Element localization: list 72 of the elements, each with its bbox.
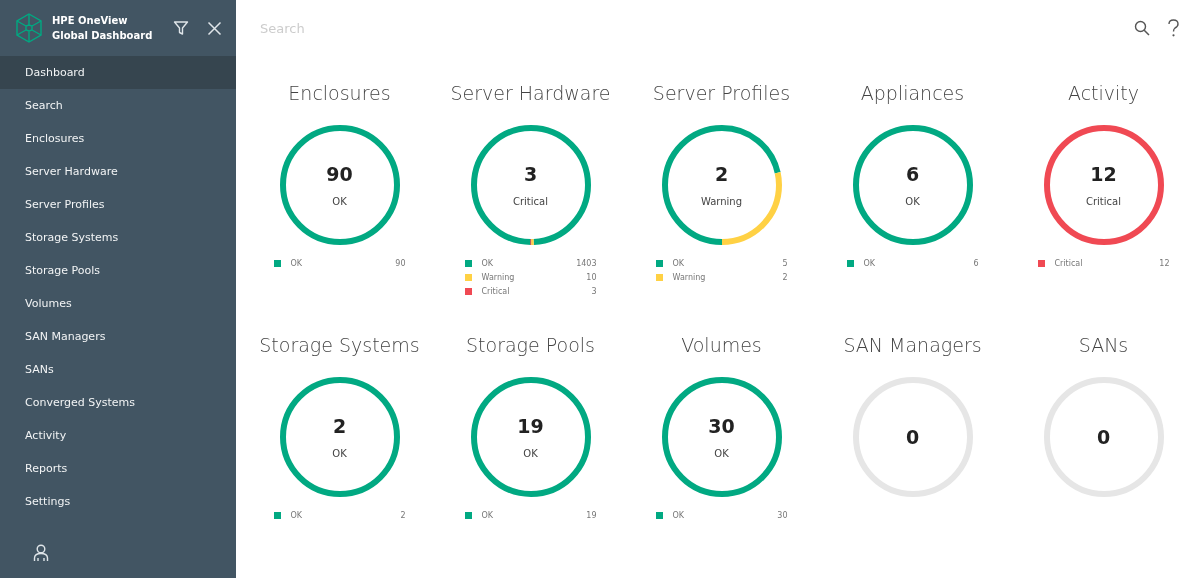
sidebar-item[interactable]: Enclosures bbox=[0, 122, 236, 155]
sidebar-item[interactable]: Reports bbox=[0, 452, 236, 485]
count-value: 2 bbox=[714, 163, 729, 185]
sidebar-item[interactable]: Dashboard bbox=[0, 56, 236, 89]
app-subtitle: Global Dashboard bbox=[52, 29, 154, 43]
status-label: Warning bbox=[700, 196, 743, 207]
sidebar-item[interactable]: Storage Pools bbox=[0, 254, 236, 287]
help-icon[interactable] bbox=[1168, 19, 1179, 37]
count-value: 12 bbox=[1090, 163, 1117, 185]
sidebar-item[interactable]: Settings bbox=[0, 485, 236, 518]
status-label: OK bbox=[905, 196, 920, 207]
sidebar-item[interactable]: Search bbox=[0, 89, 236, 122]
legend-value: 12 bbox=[1159, 259, 1170, 268]
status-label: Critical bbox=[513, 196, 548, 207]
app-title: HPE OneView bbox=[52, 14, 129, 28]
legend-value: 3 bbox=[591, 287, 597, 296]
legend-value: 30 bbox=[777, 511, 788, 520]
sidebar-item[interactable]: SANs bbox=[0, 353, 236, 386]
count-value: 3 bbox=[523, 163, 538, 185]
legend-value: 10 bbox=[586, 273, 597, 282]
legend-value: 6 bbox=[973, 259, 979, 268]
search-icon[interactable] bbox=[1134, 20, 1150, 36]
tile-title[interactable]: Activity bbox=[1067, 82, 1140, 104]
user-icon[interactable] bbox=[33, 544, 49, 562]
legend-label: Warning bbox=[672, 273, 707, 282]
sidebar-item[interactable]: SAN Managers bbox=[0, 320, 236, 353]
legend-label: Warning bbox=[481, 273, 516, 282]
legend-label: OK bbox=[863, 259, 877, 268]
legend-label: OK bbox=[481, 511, 495, 520]
sidebar-item[interactable]: Converged Systems bbox=[0, 386, 236, 419]
tile-title[interactable]: Storage Systems bbox=[259, 334, 420, 356]
tile-title[interactable]: SANs bbox=[1078, 334, 1129, 356]
sidebar-item[interactable]: Server Hardware bbox=[0, 155, 236, 188]
count-value: 0 bbox=[1096, 426, 1111, 448]
sidebar-item[interactable]: Volumes bbox=[0, 287, 236, 320]
legend-value: 1403 bbox=[576, 259, 597, 268]
filter-icon[interactable] bbox=[173, 20, 189, 36]
count-value: 19 bbox=[517, 415, 544, 437]
count-value: 6 bbox=[905, 163, 920, 185]
count-value: 0 bbox=[905, 426, 920, 448]
status-label: OK bbox=[523, 448, 538, 459]
legend-label: Critical bbox=[481, 287, 511, 296]
legend-label: Critical bbox=[1054, 259, 1084, 268]
tile-title[interactable]: Storage Pools bbox=[466, 334, 595, 356]
count-value: 30 bbox=[708, 415, 735, 437]
legend-label: OK bbox=[672, 511, 686, 520]
status-label: OK bbox=[332, 448, 347, 459]
legend-label: OK bbox=[290, 259, 304, 268]
legend-label: OK bbox=[290, 511, 304, 520]
tile-title[interactable]: Server Profiles bbox=[652, 82, 791, 104]
tile-title[interactable]: Server Hardware bbox=[450, 82, 611, 104]
legend-value: 2 bbox=[782, 273, 788, 282]
legend-value: 2 bbox=[400, 511, 406, 520]
status-label: OK bbox=[714, 448, 729, 459]
hexagon-logo-icon bbox=[16, 13, 42, 43]
count-value: 2 bbox=[332, 415, 347, 437]
tile-title[interactable]: Appliances bbox=[860, 82, 965, 104]
legend-value: 90 bbox=[395, 259, 406, 268]
sidebar-item[interactable]: Server Profiles bbox=[0, 188, 236, 221]
legend-value: 19 bbox=[586, 511, 597, 520]
tile-title[interactable]: SAN Managers bbox=[843, 334, 982, 356]
sidebar-item[interactable]: Storage Systems bbox=[0, 221, 236, 254]
status-label: OK bbox=[332, 196, 347, 207]
legend-value: 5 bbox=[782, 259, 788, 268]
close-icon[interactable] bbox=[207, 20, 222, 36]
legend-label: OK bbox=[672, 259, 686, 268]
tile-title[interactable]: Volumes bbox=[681, 334, 762, 356]
count-value: 90 bbox=[326, 163, 353, 185]
sidebar-item[interactable]: Activity bbox=[0, 419, 236, 452]
legend-label: OK bbox=[481, 259, 495, 268]
status-label: Critical bbox=[1086, 196, 1121, 207]
tile-title[interactable]: Enclosures bbox=[288, 82, 391, 104]
